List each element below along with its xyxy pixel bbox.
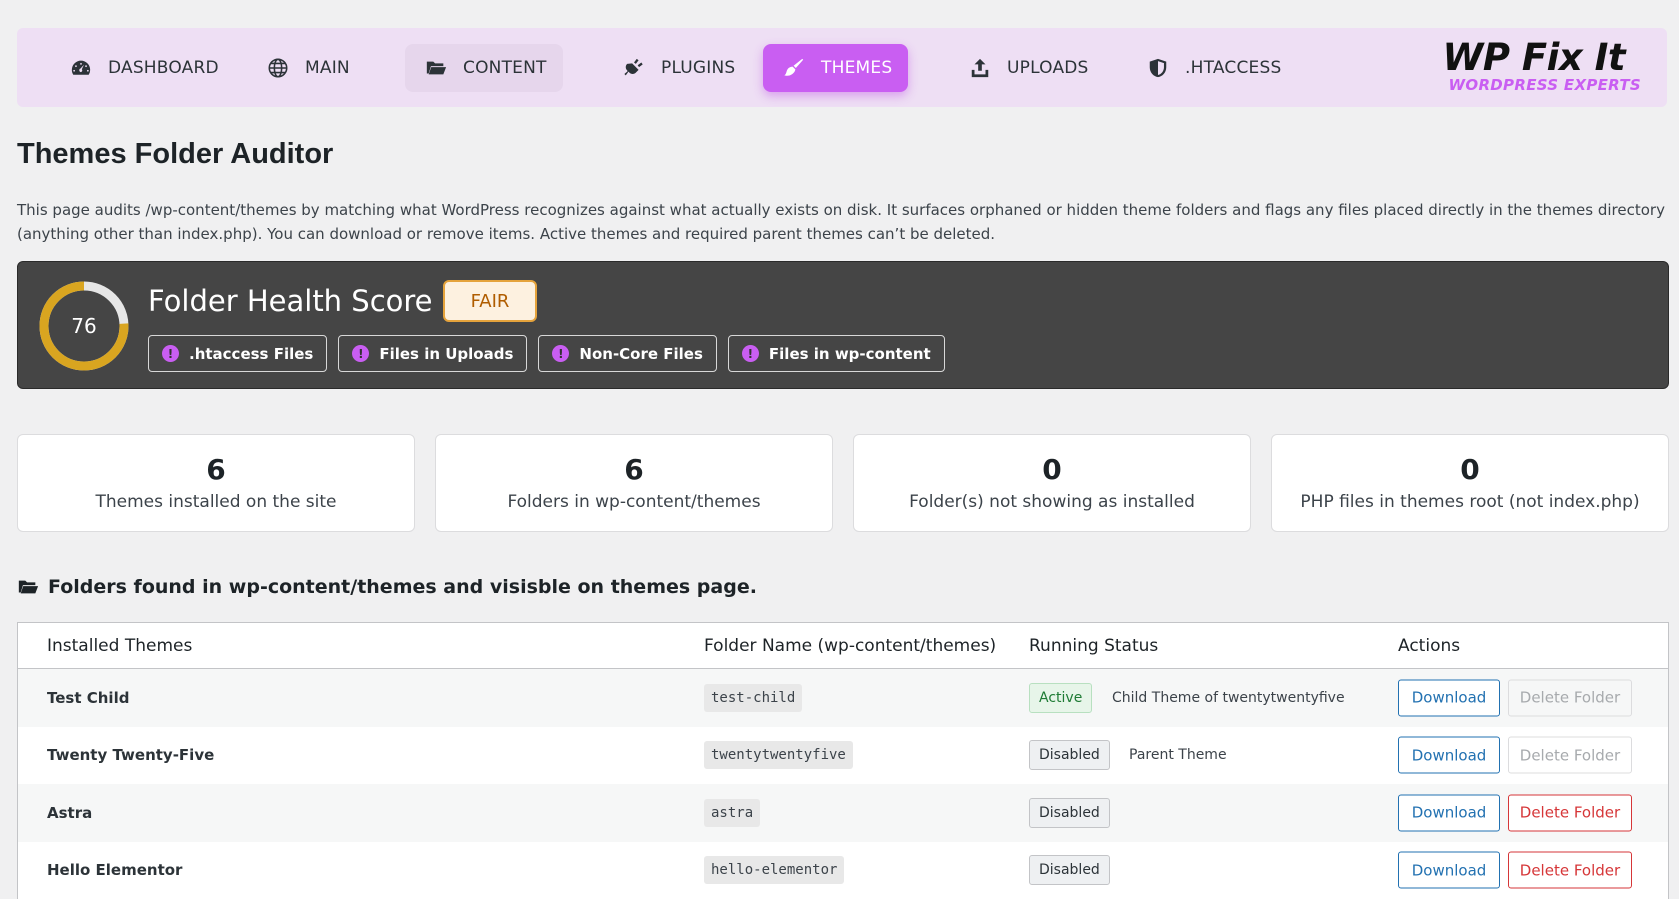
top-nav: DASHBOARD MAIN CONTENT PLUGINS THEMES UP… — [17, 28, 1667, 107]
stat-card-not-installed: 0 Folder(s) not showing as installed — [853, 434, 1251, 532]
theme-name: Test Child — [47, 688, 130, 707]
column-header-installed-themes: Installed Themes — [47, 636, 193, 656]
theme-name: Hello Elementor — [47, 861, 183, 880]
nav-item-themes[interactable]: THEMES — [763, 44, 909, 92]
chip-label: Non-Core Files — [579, 344, 703, 363]
stat-label: Folder(s) not showing as installed — [909, 492, 1195, 512]
nav-item-main[interactable]: MAIN — [247, 44, 366, 92]
nav-item-label: MAIN — [305, 58, 350, 78]
chip-non-core-files[interactable]: ! Non-Core Files — [538, 335, 717, 372]
exclamation-icon: ! — [552, 345, 570, 362]
delete-folder-button[interactable]: Delete Folder — [1508, 679, 1632, 717]
nav-item-label: UPLOADS — [1007, 58, 1089, 78]
column-header-running-status: Running Status — [1029, 636, 1159, 656]
download-button[interactable]: Download — [1398, 679, 1500, 717]
nav-item-label: CONTENT — [463, 58, 547, 78]
logo-title: WP Fix It — [1442, 36, 1626, 79]
upload-icon — [971, 58, 989, 78]
page-description: This page audits /wp-content/themes by m… — [17, 201, 1665, 243]
delete-folder-button[interactable]: Delete Folder — [1508, 794, 1632, 832]
logo-subtitle: WORDPRESS EXPERTS — [1448, 76, 1641, 94]
table-row: Astra astra Disabled Download Delete Fol… — [18, 784, 1668, 842]
status-note: Parent Theme — [1129, 747, 1227, 764]
stat-value: 0 — [1042, 453, 1062, 486]
stat-value: 6 — [206, 453, 226, 486]
chip-label: .htaccess Files — [189, 344, 314, 363]
nav-item-content[interactable]: CONTENT — [405, 44, 563, 92]
download-button[interactable]: Download — [1398, 736, 1500, 774]
shield-icon — [1149, 58, 1167, 78]
download-button[interactable]: Download — [1398, 851, 1500, 889]
stat-value: 0 — [1460, 453, 1480, 486]
brand-logo: WP Fix It WORDPRESS EXPERTS — [1442, 36, 1641, 94]
table-row: Twenty Twenty-Five twentytwentyfive Disa… — [18, 727, 1668, 785]
exclamation-icon: ! — [162, 345, 179, 362]
folder-name: test-child — [704, 683, 803, 712]
nav-item-label: PLUGINS — [661, 58, 736, 78]
download-button[interactable]: Download — [1398, 794, 1500, 832]
folder-name: hello-elementor — [704, 856, 845, 885]
section-title-text: Folders found in wp-content/themes and v… — [48, 576, 757, 598]
column-header-actions: Actions — [1398, 636, 1461, 656]
nav-item-uploads[interactable]: UPLOADS — [949, 44, 1105, 92]
page-title: Themes Folder Auditor — [17, 138, 334, 170]
exclamation-icon: ! — [741, 345, 759, 362]
nav-item-htaccess[interactable]: .HTACCESS — [1127, 44, 1297, 92]
nav-item-plugins[interactable]: PLUGINS — [603, 44, 751, 92]
health-score-value: 76 — [71, 314, 97, 338]
status-badge: Active — [1029, 682, 1093, 713]
table-header: Installed Themes Folder Name (wp-content… — [18, 623, 1668, 669]
status-note: Child Theme of twentytwentyfive — [1112, 689, 1345, 706]
globe-icon — [268, 58, 288, 78]
column-header-folder-name: Folder Name (wp-content/themes) — [704, 636, 997, 656]
folder-name: astra — [704, 798, 761, 827]
chip-label: Files in wp-content — [768, 344, 931, 363]
stat-card-php-files: 0 PHP files in themes root (not index.ph… — [1271, 434, 1669, 532]
dashboard-icon — [71, 60, 91, 75]
stat-label: PHP files in themes root (not index.php) — [1300, 492, 1640, 512]
chip-label: Files in Uploads — [379, 344, 514, 363]
stat-label: Folders in wp-content/themes — [507, 492, 761, 512]
folder-icon — [18, 580, 39, 594]
nav-item-label: THEMES — [821, 58, 893, 78]
nav-item-label: DASHBOARD — [108, 58, 219, 78]
folder-name: twentytwentyfive — [704, 741, 853, 770]
health-rating-badge: FAIR — [443, 280, 537, 322]
chip-htaccess-files[interactable]: ! .htaccess Files — [148, 335, 328, 372]
plug-icon — [624, 58, 643, 76]
theme-name: Twenty Twenty-Five — [47, 746, 215, 765]
health-issue-chips: ! .htaccess Files ! Files in Uploads ! N… — [148, 335, 945, 372]
health-panel: 76 Folder Health Score = FAIR ! .htacces… — [17, 261, 1669, 389]
stat-card-folders: 6 Folders in wp-content/themes — [435, 434, 833, 532]
stat-value: 6 — [624, 453, 644, 486]
paintbrush-icon — [784, 58, 804, 76]
exclamation-icon: ! — [352, 345, 370, 362]
stats-row: 6 Themes installed on the site 6 Folders… — [17, 434, 1669, 532]
theme-name: Astra — [47, 803, 93, 822]
status-badge: Disabled — [1029, 797, 1110, 828]
chip-files-in-wp-content[interactable]: ! Files in wp-content — [727, 335, 945, 372]
table-row: Test Child test-child Active Child Theme… — [18, 669, 1668, 727]
delete-folder-button[interactable]: Delete Folder — [1508, 736, 1632, 774]
themes-table: Installed Themes Folder Name (wp-content… — [17, 622, 1669, 899]
stat-label: Themes installed on the site — [95, 492, 337, 512]
folder-open-icon — [426, 61, 447, 75]
table-row: Hello Elementor hello-elementor Disabled… — [18, 842, 1668, 899]
status-badge: Disabled — [1029, 740, 1110, 771]
delete-folder-button[interactable]: Delete Folder — [1508, 851, 1632, 889]
nav-item-label: .HTACCESS — [1185, 58, 1282, 78]
nav-item-dashboard[interactable]: DASHBOARD — [50, 44, 235, 92]
stat-card-themes-installed: 6 Themes installed on the site — [17, 434, 415, 532]
status-badge: Disabled — [1029, 855, 1110, 886]
section-title: Folders found in wp-content/themes and v… — [17, 576, 757, 598]
health-score-title: Folder Health Score = — [148, 284, 467, 318]
chip-files-in-uploads[interactable]: ! Files in Uploads — [338, 335, 528, 372]
